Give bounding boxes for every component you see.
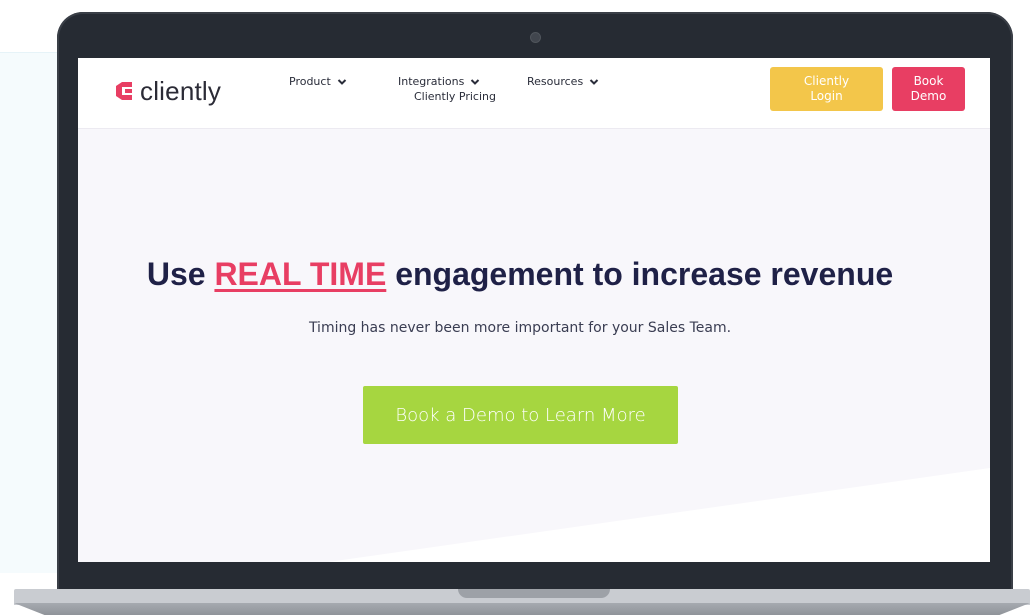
nav-item-label: Resources [527,75,584,88]
top-navbar: cliently Product Integrations Cliently P… [78,58,990,129]
nav-item-label: Integrations [398,75,465,88]
hero-subtitle: Timing has never been more important for… [308,320,732,336]
cliently-logo-icon [116,82,132,100]
chevron-down-icon [589,78,599,85]
hero-title-highlight: REAL TIME [214,256,387,292]
cliently-login-button[interactable]: Cliently Login [770,67,883,111]
nav-item-resources[interactable]: Resources [527,75,599,88]
book-label: Book Demo [910,74,947,103]
laptop-base-edge [14,603,1030,615]
chevron-down-icon [337,78,346,85]
background-diagonal [328,468,990,562]
book-demo-cta-button[interactable]: Book a Demo to Learn More [363,386,678,444]
brand-name: cliently [140,75,222,106]
login-label: Cliently Login [803,74,850,103]
laptop-notch [458,589,610,598]
logo[interactable]: cliently [114,74,221,108]
book-demo-button[interactable]: Book Demo [892,67,965,111]
hero-title: Use REAL TIME engagement to increase rev… [78,256,962,293]
nav-item-pricing[interactable]: Cliently Pricing [414,90,496,103]
website-screen: cliently Product Integrations Cliently P… [78,58,990,562]
hero-title-before: Use [146,256,215,292]
hero-title-after: engagement to increase revenue [386,256,894,292]
nav-item-label: Product [289,75,331,88]
chevron-down-icon [471,78,480,85]
camera-icon [530,32,541,43]
nav-item-product[interactable]: Product [289,75,347,88]
nav-item-integrations[interactable]: Integrations [398,75,480,88]
